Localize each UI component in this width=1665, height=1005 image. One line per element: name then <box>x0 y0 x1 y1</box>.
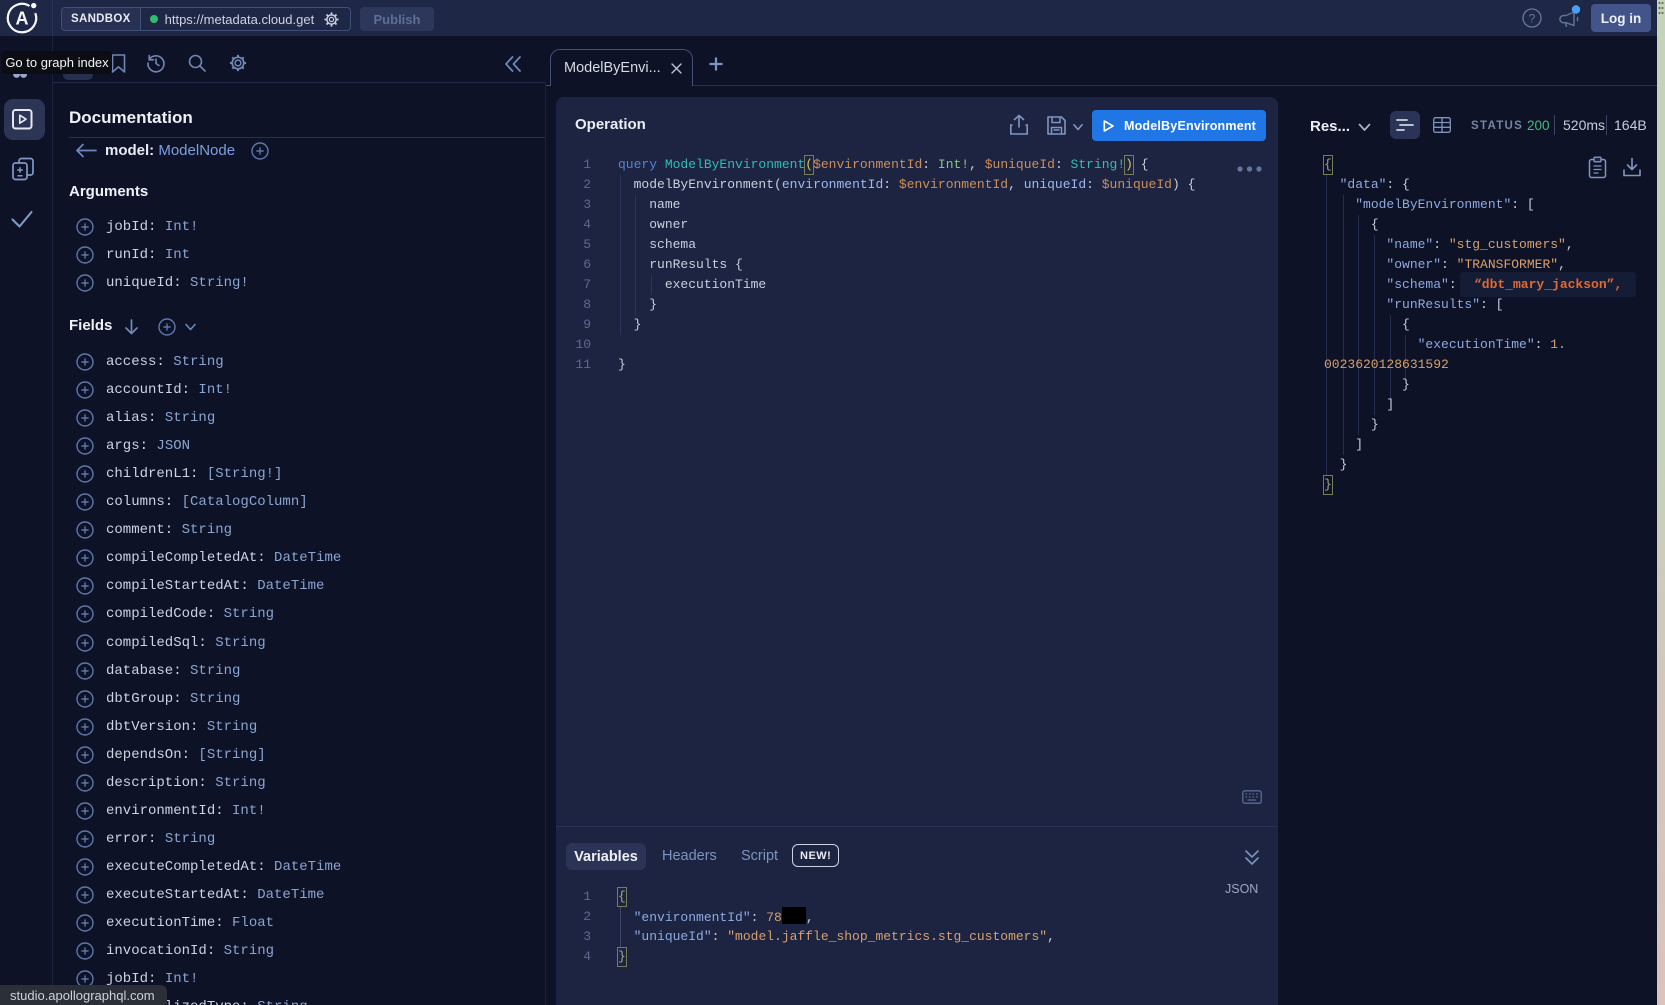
svg-text:A: A <box>16 9 29 29</box>
svg-text:?: ? <box>1529 12 1536 26</box>
